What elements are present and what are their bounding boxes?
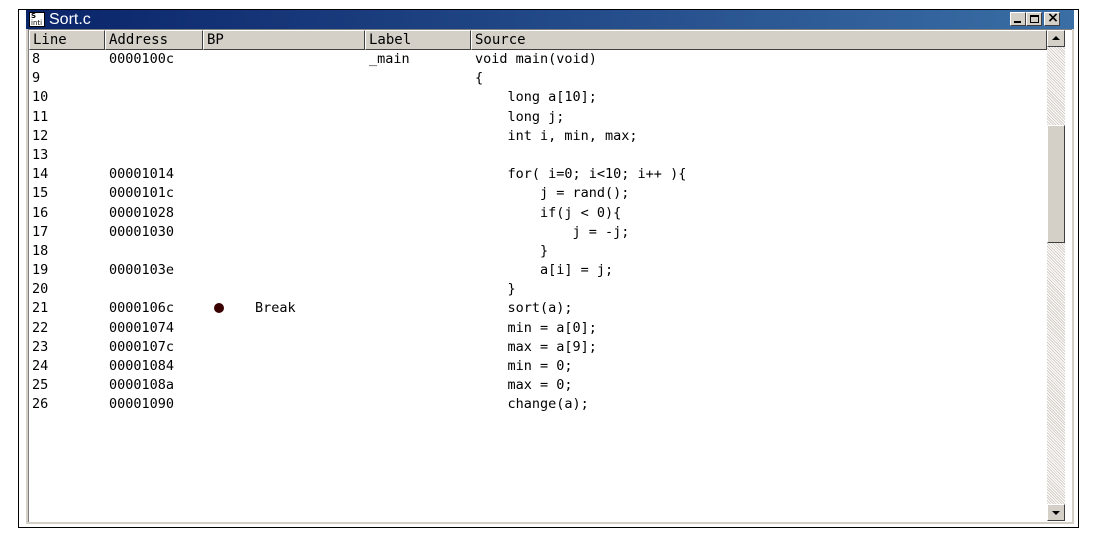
label-cell: _main xyxy=(369,51,410,67)
source-code: min = 0; xyxy=(475,358,573,374)
arrow-up-icon xyxy=(1052,36,1060,40)
line-number: 11 xyxy=(32,108,49,125)
source-window: S inti Sort.c × Line Address BP Label So… xyxy=(26,10,1074,524)
address-cell: 0000107c xyxy=(109,338,175,355)
address-cell: 00001084 xyxy=(109,358,175,374)
address-cell: 00001014 xyxy=(109,166,175,183)
line-number: 10 xyxy=(32,89,49,106)
source-line-row[interactable]: 11 long j; xyxy=(29,108,1047,127)
source-code: } xyxy=(475,281,516,298)
app-icon-caption: inti xyxy=(31,19,43,27)
line-number: 16 xyxy=(32,204,49,221)
close-button[interactable]: × xyxy=(1044,10,1060,26)
source-code: long j; xyxy=(475,108,565,125)
breakpoint-label: Break xyxy=(255,300,296,317)
source-line-row[interactable]: 14 00001014 for( i=0; i<10; i++ ){ xyxy=(29,165,1047,184)
line-number: 26 xyxy=(32,396,49,413)
address-cell: 0000106c xyxy=(109,300,175,317)
column-header-label[interactable]: Label xyxy=(365,30,471,50)
source-lines: 8 0000100c _main void main(void) 9{10 long a… xyxy=(29,50,1047,415)
column-header-line[interactable]: Line xyxy=(29,30,105,50)
line-number: 23 xyxy=(32,338,49,355)
breakpoint-dot-icon[interactable] xyxy=(214,303,224,314)
line-number: 19 xyxy=(32,262,49,279)
line-number: 22 xyxy=(32,319,49,336)
scroll-thumb[interactable] xyxy=(1047,125,1065,243)
source-line-row[interactable]: 23 0000107c max = a[9]; xyxy=(29,338,1047,357)
source-code: void main(void) xyxy=(475,51,597,67)
source-view[interactable]: Line Address BP Label Source 8 0000100c _m… xyxy=(28,29,1072,522)
line-number: 18 xyxy=(32,242,49,259)
source-line-row[interactable]: 19 0000103e a[i] = j; xyxy=(29,261,1047,280)
line-number: 14 xyxy=(32,166,49,183)
column-header-source[interactable]: Source xyxy=(471,30,1047,50)
minimize-icon xyxy=(1014,21,1021,23)
line-number: 8 xyxy=(32,51,41,67)
address-cell: 0000103e xyxy=(109,262,175,279)
close-icon: × xyxy=(1047,10,1059,26)
source-code: if(j < 0){ xyxy=(475,204,622,221)
source-line-row[interactable]: 22 00001074 min = a[0]; xyxy=(29,319,1047,338)
source-code: min = a[0]; xyxy=(475,319,597,336)
source-line-row[interactable]: 16 00001028 if(j < 0){ xyxy=(29,204,1047,223)
line-number: 17 xyxy=(32,223,49,240)
address-cell: 00001090 xyxy=(109,396,175,413)
source-line-row[interactable]: 12 int i, min, max; xyxy=(29,127,1047,146)
source-code: max = 0; xyxy=(475,377,573,394)
column-header-address[interactable]: Address xyxy=(105,30,203,50)
source-code: j = rand(); xyxy=(475,185,630,202)
address-cell: 00001028 xyxy=(109,204,175,221)
source-code: } xyxy=(475,242,549,259)
scroll-up-button[interactable] xyxy=(1047,30,1065,47)
address-cell: 0000101c xyxy=(109,185,175,202)
source-line-row[interactable]: 20 } xyxy=(29,280,1047,299)
window-title: Sort.c xyxy=(49,11,91,28)
source-line-row[interactable]: 9{ xyxy=(29,69,1047,88)
source-code: change(a); xyxy=(475,396,589,413)
address-cell: 00001030 xyxy=(109,223,175,240)
maximize-button[interactable] xyxy=(1026,12,1042,26)
line-number: 12 xyxy=(32,127,49,144)
line-number: 9 xyxy=(32,70,41,87)
source-code: long a[10]; xyxy=(475,89,597,106)
column-header-bp[interactable]: BP xyxy=(203,30,365,50)
line-number: 20 xyxy=(32,281,49,298)
source-code: { xyxy=(475,70,484,87)
address-cell: 0000108a xyxy=(109,377,175,394)
source-code: sort(a); xyxy=(475,300,573,317)
source-line-row[interactable]: 18 } xyxy=(29,242,1047,261)
line-number: 24 xyxy=(32,358,49,374)
source-line-row[interactable]: 26 00001090 change(a); xyxy=(29,395,1047,414)
line-number: 13 xyxy=(32,146,49,163)
source-code: int i, min, max; xyxy=(475,127,638,144)
source-line-row[interactable]: 24 00001084 min = 0; xyxy=(29,357,1047,376)
source-code: max = a[9]; xyxy=(475,338,597,355)
source-line-row[interactable]: 15 0000101c j = rand(); xyxy=(29,184,1047,203)
address-cell: 0000100c xyxy=(109,51,175,67)
source-line-row[interactable]: 13 xyxy=(29,146,1047,165)
source-line-row[interactable]: 25 0000108a max = 0; xyxy=(29,376,1047,395)
source-line-row[interactable]: 10 long a[10]; xyxy=(29,88,1047,107)
maximize-icon xyxy=(1030,15,1039,23)
arrow-down-icon xyxy=(1052,511,1060,515)
address-cell: 00001074 xyxy=(109,319,175,336)
title-bar[interactable]: S inti Sort.c × xyxy=(26,10,1074,29)
minimize-button[interactable] xyxy=(1010,12,1026,26)
column-header: Line Address BP Label Source xyxy=(29,30,1047,50)
line-number: 15 xyxy=(32,185,49,202)
source-code: for( i=0; i<10; i++ ){ xyxy=(475,166,687,183)
scroll-down-button[interactable] xyxy=(1047,504,1065,521)
line-number: 25 xyxy=(32,377,49,394)
line-number: 21 xyxy=(32,300,49,317)
app-icon[interactable]: S inti xyxy=(29,12,45,27)
source-code: j = -j; xyxy=(475,223,630,240)
source-line-row[interactable]: 17 00001030 j = -j; xyxy=(29,223,1047,242)
source-code: a[i] = j; xyxy=(475,262,614,279)
vertical-scrollbar[interactable] xyxy=(1047,30,1065,521)
source-line-row[interactable]: 8 0000100c _main void main(void) xyxy=(29,50,1047,69)
source-line-row[interactable]: 21 0000106c Break sort(a); xyxy=(29,299,1047,318)
